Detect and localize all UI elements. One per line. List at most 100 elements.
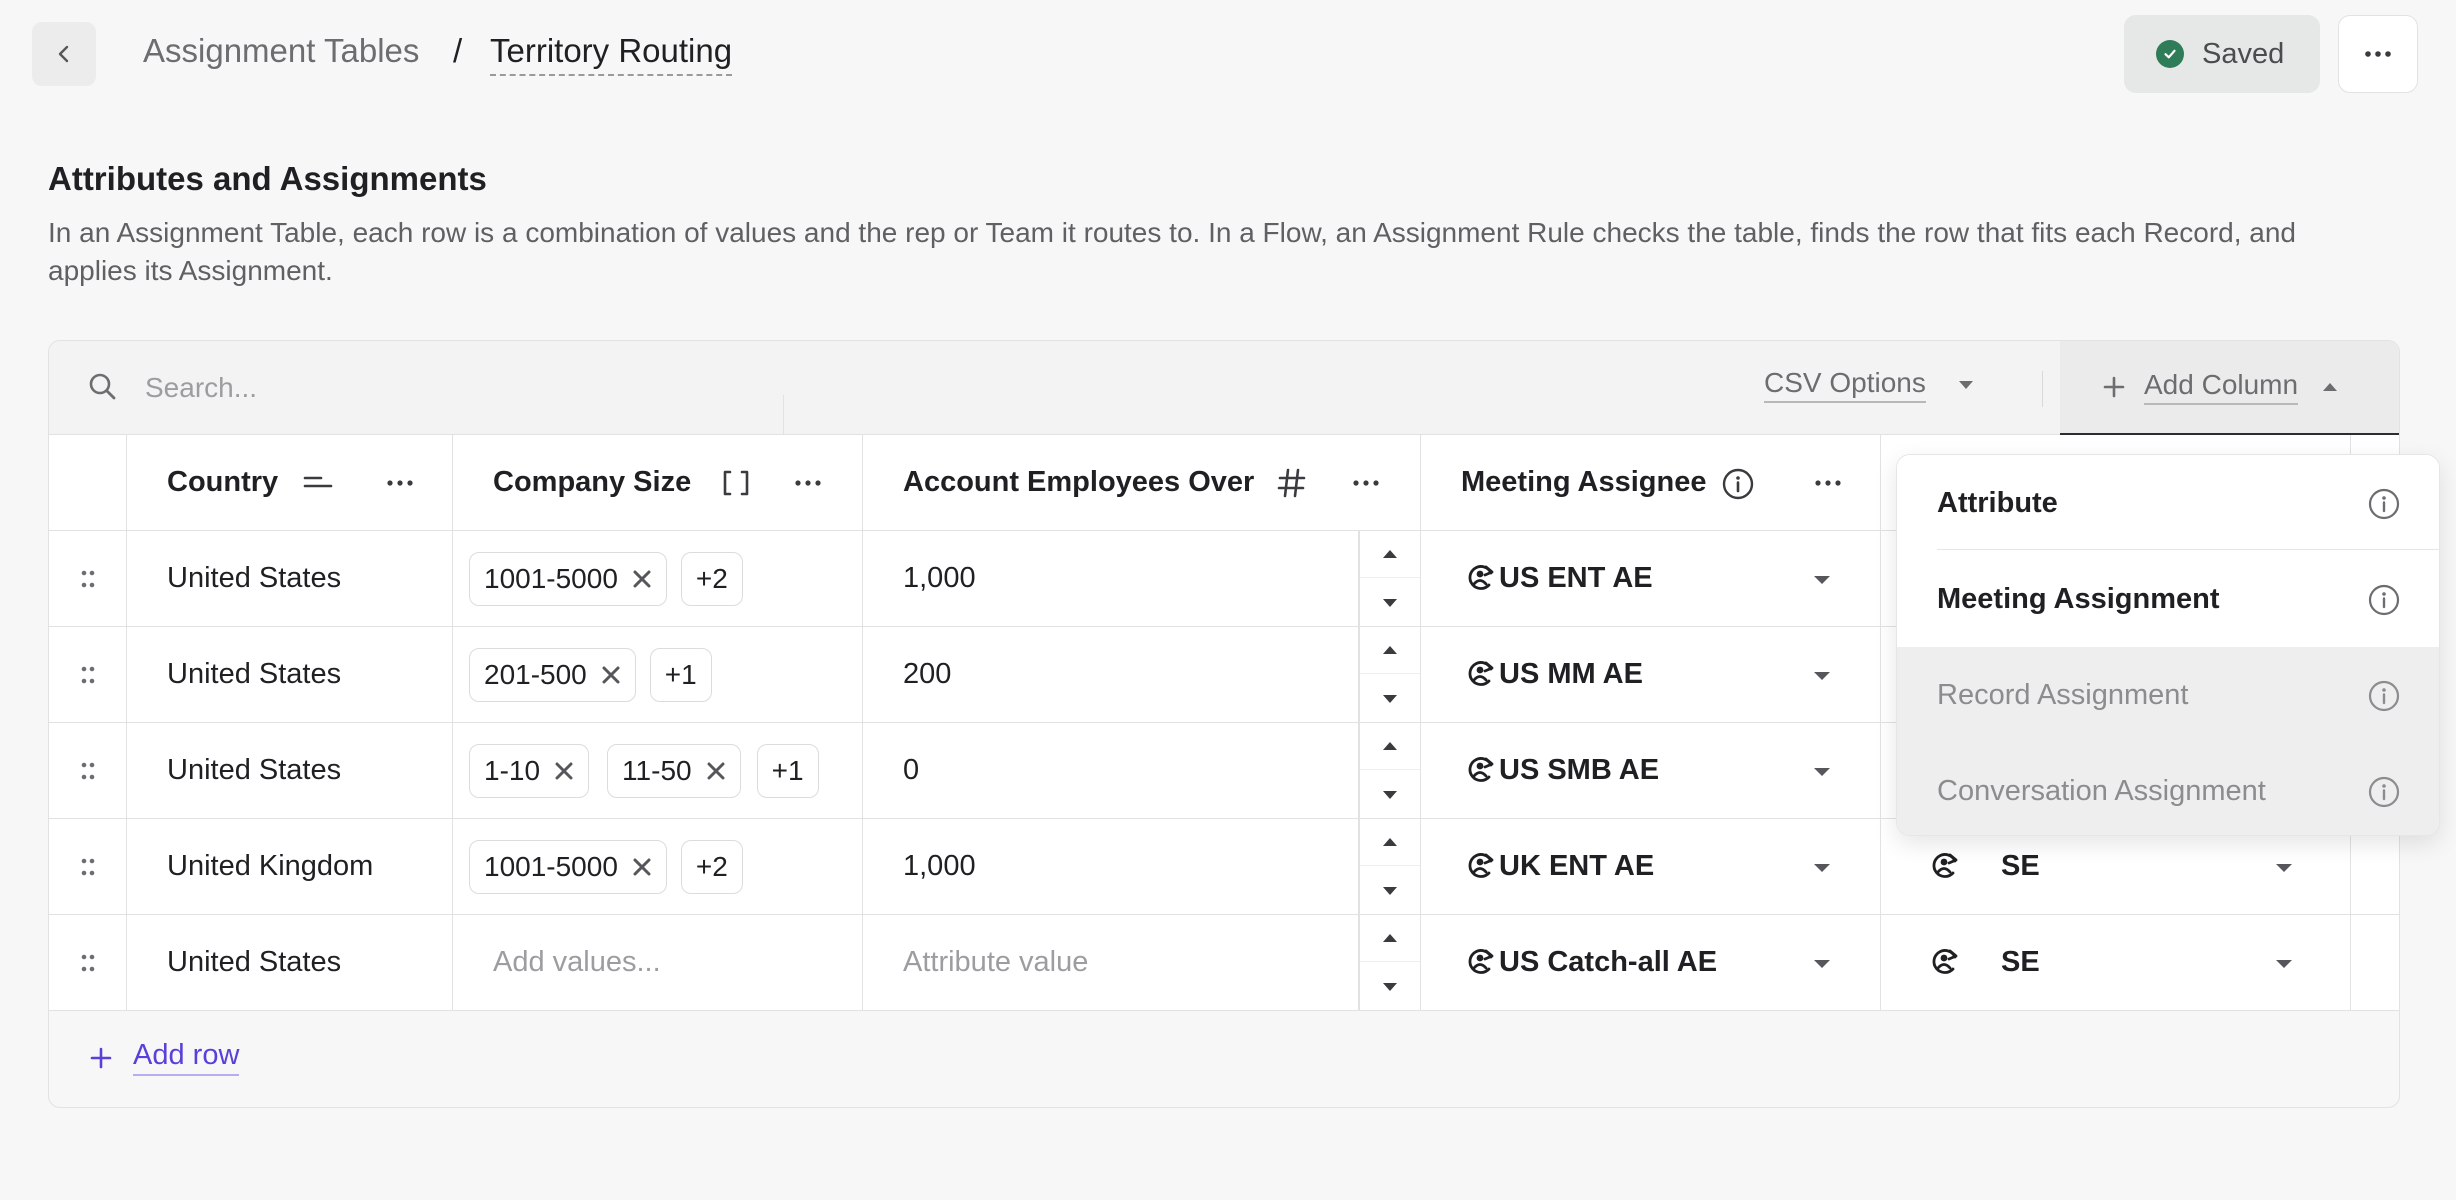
column-label-meeting-assignee: Meeting Assignee — [1461, 466, 1707, 498]
stepper-up-icon[interactable] — [1360, 531, 1420, 578]
menu-item-label: Attribute — [1937, 486, 2058, 519]
number-stepper[interactable] — [1359, 723, 1421, 818]
country-cell[interactable]: United States — [127, 723, 453, 818]
meeting-assignee-cell[interactable]: US Catch-all AE — [1421, 915, 1881, 1010]
info-icon[interactable] — [2367, 679, 2401, 713]
stepper-up-icon[interactable] — [1360, 627, 1420, 674]
back-button[interactable] — [32, 22, 96, 86]
add-column-menu: Attribute Meeting Assignment Record Assi… — [1896, 454, 2440, 836]
column-header-meeting-assignee[interactable]: Meeting Assignee — [1421, 435, 1881, 530]
stepper-down-icon[interactable] — [1360, 867, 1420, 914]
country-cell[interactable]: United Kingdom — [127, 819, 453, 914]
drag-handle-icon[interactable] — [49, 531, 127, 626]
breadcrumb-separator: / — [453, 32, 463, 69]
more-values-chip[interactable]: +1 — [756, 743, 819, 798]
column-more-icon[interactable] — [793, 479, 823, 487]
drag-handle-icon[interactable] — [49, 627, 127, 722]
chip-label: 201-500 — [484, 658, 587, 690]
employees-cell[interactable]: 1,000 — [863, 819, 1359, 914]
stepper-down-icon[interactable] — [1360, 963, 1420, 1010]
country-cell[interactable]: United States — [127, 531, 453, 626]
close-icon[interactable] — [554, 761, 574, 781]
meeting-assignee-cell[interactable]: US SMB AE — [1421, 723, 1881, 818]
employees-cell[interactable]: 1,000 — [863, 531, 1359, 626]
number-stepper[interactable] — [1359, 819, 1421, 914]
round-robin-icon — [1468, 757, 1494, 782]
info-icon[interactable] — [2367, 487, 2401, 521]
close-icon[interactable] — [706, 761, 726, 781]
meeting-assignee-cell[interactable]: UK ENT AE — [1421, 819, 1881, 914]
menu-item-attribute[interactable]: Attribute — [1897, 455, 2439, 551]
stepper-down-icon[interactable] — [1360, 579, 1420, 626]
column-more-icon[interactable] — [1351, 479, 1381, 487]
page-more-button[interactable] — [2338, 15, 2418, 93]
second-assignee-cell[interactable]: SE — [1881, 915, 2351, 1010]
column-header-company-size[interactable]: Company Size — [453, 435, 863, 530]
value-chip: 11-50 — [607, 743, 741, 798]
search-input[interactable] — [145, 363, 745, 413]
close-icon[interactable] — [601, 665, 621, 685]
company-size-cell[interactable]: 1001-5000 +2 — [453, 819, 863, 914]
value-chip: 1001-5000 — [469, 839, 667, 894]
info-icon[interactable] — [2367, 775, 2401, 809]
employees-cell[interactable]: Attribute value — [863, 915, 1359, 1010]
number-type-icon — [1277, 468, 1306, 498]
top-bar: Assignment Tables / Territory Routing Sa… — [0, 0, 2456, 108]
close-icon[interactable] — [632, 857, 652, 877]
more-values-chip[interactable]: +2 — [680, 839, 743, 894]
text-type-icon — [303, 476, 333, 488]
number-stepper[interactable] — [1359, 531, 1421, 626]
table-toolbar: CSV Options Add Column — [49, 341, 2399, 435]
add-row-button[interactable]: Add row — [89, 1039, 240, 1076]
company-size-cell[interactable]: 1001-5000 +2 — [453, 531, 863, 626]
company-size-cell[interactable]: 201-500 +1 — [453, 627, 863, 722]
section-description: In an Assignment Table, each row is a co… — [48, 217, 2296, 286]
close-icon[interactable] — [632, 569, 652, 589]
stepper-up-icon[interactable] — [1360, 915, 1420, 962]
drag-handle-icon[interactable] — [49, 915, 127, 1010]
caret-down-icon[interactable] — [1813, 959, 1831, 969]
assignee-value: US Catch-all AE — [1499, 946, 1718, 978]
country-cell[interactable]: United States — [127, 915, 453, 1010]
number-stepper[interactable] — [1359, 915, 1421, 1010]
caret-down-icon[interactable] — [1813, 767, 1831, 777]
stepper-up-icon[interactable] — [1360, 723, 1420, 770]
company-size-cell[interactable]: Add values... — [453, 915, 863, 1010]
meeting-assignee-cell[interactable]: US ENT AE — [1421, 531, 1881, 626]
chip-label: 1001-5000 — [484, 562, 618, 594]
more-values-chip[interactable]: +2 — [680, 551, 743, 606]
caret-down-icon[interactable] — [2275, 863, 2293, 873]
search-icon — [87, 371, 119, 408]
country-cell[interactable]: United States — [127, 627, 453, 722]
csv-options-dropdown[interactable]: CSV Options — [1764, 367, 1974, 403]
breadcrumb-current[interactable]: Territory Routing — [490, 32, 733, 76]
company-size-cell[interactable]: 1-10 11-50 +1 — [453, 723, 863, 818]
saved-status-button[interactable]: Saved — [2124, 15, 2320, 93]
caret-down-icon[interactable] — [1813, 575, 1831, 585]
add-column-button[interactable]: Add Column — [2060, 341, 2399, 435]
menu-item-meeting-assignment[interactable]: Meeting Assignment — [1897, 551, 2439, 647]
number-stepper[interactable] — [1359, 627, 1421, 722]
stepper-up-icon[interactable] — [1360, 819, 1420, 866]
caret-down-icon[interactable] — [1813, 863, 1831, 873]
caret-down-icon[interactable] — [1813, 671, 1831, 681]
add-column-label: Add Column — [2144, 369, 2299, 405]
info-icon[interactable] — [1721, 467, 1755, 501]
drag-handle-icon[interactable] — [49, 819, 127, 914]
assignee-value: UK ENT AE — [1499, 850, 1655, 882]
caret-down-icon[interactable] — [2275, 959, 2293, 969]
column-header-country[interactable]: Country — [127, 435, 453, 530]
stepper-down-icon[interactable] — [1360, 771, 1420, 818]
more-values-chip[interactable]: +1 — [649, 647, 712, 702]
breadcrumb-parent[interactable]: Assignment Tables — [143, 32, 419, 70]
search-divider — [783, 395, 784, 435]
stepper-down-icon[interactable] — [1360, 675, 1420, 722]
meeting-assignee-cell[interactable]: US MM AE — [1421, 627, 1881, 722]
column-more-icon[interactable] — [1813, 479, 1843, 487]
drag-handle-icon[interactable] — [49, 723, 127, 818]
column-more-icon[interactable] — [385, 479, 415, 487]
info-icon[interactable] — [2367, 583, 2401, 617]
employees-cell[interactable]: 0 — [863, 723, 1359, 818]
employees-cell[interactable]: 200 — [863, 627, 1359, 722]
column-header-employees[interactable]: Account Employees Over — [863, 435, 1421, 530]
